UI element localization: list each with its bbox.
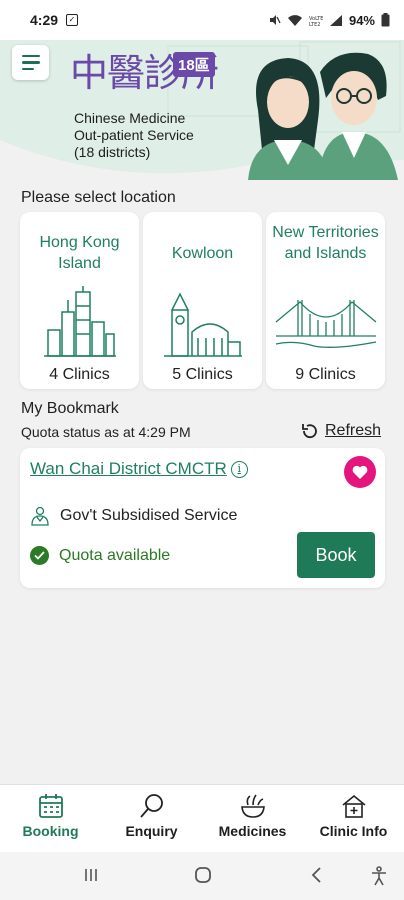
quota-availability: Quota available xyxy=(59,546,171,564)
location-name: Hong Kong Island xyxy=(39,234,120,272)
clinic-name-link[interactable]: Wan Chai District CMCTR i xyxy=(30,459,248,479)
location-card-hong-kong-island[interactable]: Hong Kong Island 4 Clinics xyxy=(20,212,139,389)
clinic-count: 4 Clinics xyxy=(49,366,110,383)
home-icon[interactable] xyxy=(194,866,212,884)
nav-label: Booking xyxy=(22,823,79,839)
clinic-building-icon xyxy=(341,794,366,818)
calendar-icon xyxy=(38,794,63,818)
nav-booking[interactable]: Booking xyxy=(0,785,101,852)
logo-districts-badge: 18區 xyxy=(173,52,215,77)
nav-enquiry[interactable]: Enquiry xyxy=(101,785,202,852)
notification-icon: ✓ xyxy=(66,14,79,26)
clinic-count: 9 Clinics xyxy=(295,366,356,383)
check-circle-icon xyxy=(30,546,49,565)
nav-medicines[interactable]: Medicines xyxy=(202,785,303,852)
status-icons: VoLTE LTE2 94% xyxy=(267,13,390,28)
location-name: Kowloon xyxy=(171,245,234,262)
doctors-illustration xyxy=(248,52,398,180)
nav-label: Enquiry xyxy=(125,823,178,839)
info-icon[interactable]: i xyxy=(230,460,248,478)
system-navigation-bar xyxy=(0,852,404,900)
bookmark-card: Wan Chai District CMCTR i Gov't Subsidis… xyxy=(20,448,385,588)
menu-button[interactable] xyxy=(12,45,49,80)
battery-icon xyxy=(381,13,390,27)
refresh-label: Refresh xyxy=(325,422,382,439)
search-icon xyxy=(139,794,163,818)
staff-icon xyxy=(31,506,49,526)
clinic-count: 5 Clinics xyxy=(172,366,233,383)
logo-line: Chinese Medicine xyxy=(74,110,186,126)
service-type: Gov't Subsidised Service xyxy=(60,507,238,524)
battery-percent: 94% xyxy=(348,12,375,28)
nav-label: Medicines xyxy=(218,823,287,839)
logo-line: (18 districts) xyxy=(74,144,151,160)
service-row: Gov't Subsidised Service xyxy=(30,506,237,526)
bookmark-heart-button[interactable] xyxy=(344,456,376,488)
recent-apps-icon[interactable] xyxy=(82,866,100,884)
book-button[interactable]: Book xyxy=(297,532,375,578)
refresh-button[interactable]: Refresh xyxy=(300,421,381,441)
tsing-ma-bridge-icon xyxy=(275,300,376,348)
back-icon[interactable] xyxy=(308,866,326,884)
location-card-new-territories-and-islands[interactable]: New Territories and Islands 9 Clinics xyxy=(266,212,385,389)
quota-row: Quota available xyxy=(30,546,170,565)
location-section-title: Please select location xyxy=(21,189,176,206)
location-name: New Territories and Islands xyxy=(272,224,379,262)
herbal-bowl-icon xyxy=(240,794,265,818)
bottom-navigation: Booking Enquiry Medicines Clinic Info xyxy=(0,784,404,852)
quota-status-text: Quota status as at 4:29 PM xyxy=(21,424,191,440)
logo-english-title: Chinese Medicine Out-patient Service (18… xyxy=(74,110,194,161)
kowloon-clock-tower-icon xyxy=(163,292,242,357)
svg-text:LTE2: LTE2 xyxy=(309,22,321,27)
refresh-icon xyxy=(302,424,317,439)
mute-icon xyxy=(269,15,281,25)
status-bar: 4:29 ✓ VoLTE LTE2 94% xyxy=(0,0,404,40)
bookmark-section-title: My Bookmark xyxy=(21,400,119,417)
heart-icon xyxy=(352,465,368,479)
lte-icon: VoLTELTE2 xyxy=(309,16,323,27)
nav-clinic-info[interactable]: Clinic Info xyxy=(303,785,404,852)
accessibility-icon[interactable] xyxy=(370,866,388,886)
clinic-name: Wan Chai District CMCTR xyxy=(30,459,227,478)
header-banner: 中醫診所 18區 Chinese Medicine Out-patient Se… xyxy=(0,40,404,180)
status-time: 4:29 xyxy=(30,12,59,28)
wifi-icon xyxy=(287,14,302,26)
signal-icon xyxy=(329,14,342,26)
logo-line: Out-patient Service xyxy=(74,127,194,143)
hong-kong-island-skyline-icon xyxy=(43,286,116,357)
nav-label: Clinic Info xyxy=(319,823,388,839)
location-card-kowloon[interactable]: Kowloon 5 Clinics xyxy=(143,212,262,389)
